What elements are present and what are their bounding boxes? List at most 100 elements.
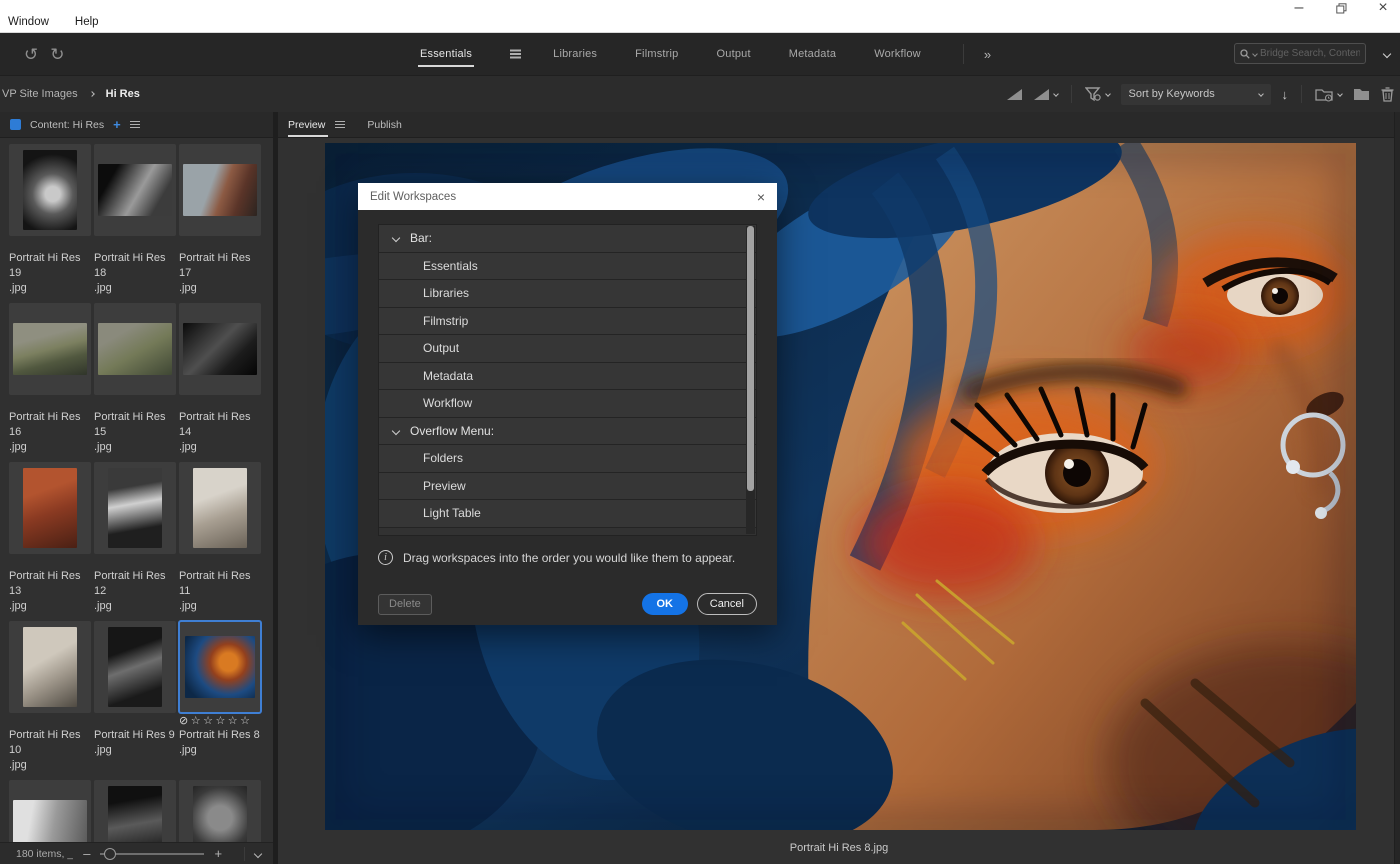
breadcrumb-folder[interactable]: VP Site Images: [2, 88, 78, 100]
workspace-item-preview[interactable]: Preview: [379, 473, 756, 501]
workspace-item-light-table[interactable]: Light Table: [379, 500, 756, 528]
tab-preview[interactable]: Preview: [288, 119, 345, 131]
file-thumbnail[interactable]: [179, 462, 261, 554]
thumbnail-smaller-button[interactable]: –: [83, 847, 90, 860]
tab-publish[interactable]: Publish: [367, 119, 401, 131]
view-options-chevron-icon[interactable]: [254, 849, 262, 857]
workspace-item-essentials[interactable]: Essentials: [379, 253, 756, 281]
list-scrollbar-thumb[interactable]: [747, 226, 754, 491]
thumbnail-image: [98, 323, 172, 375]
file-name: Portrait Hi Res 12.jpg: [94, 569, 176, 614]
file-thumbnail[interactable]: [9, 462, 91, 554]
cancel-button[interactable]: Cancel: [697, 593, 757, 615]
search-dropdown-chevron-icon[interactable]: [1383, 50, 1391, 58]
sort-select[interactable]: Sort by Keywords: [1121, 84, 1271, 105]
sort-direction-button[interactable]: ↓: [1282, 87, 1289, 102]
file-cell-selected[interactable]: ⊘☆☆☆☆☆ Portrait Hi Res 8.jpg: [179, 621, 261, 773]
file-cell[interactable]: Portrait Hi Res 10.jpg: [9, 621, 91, 773]
workspace-tab-metadata[interactable]: Metadata: [789, 42, 836, 66]
rating-ramp-dropdown-button[interactable]: [1034, 87, 1058, 101]
dialog-close-button[interactable]: ×: [757, 190, 765, 204]
thumbnail-image: [193, 468, 247, 548]
thumbnail-larger-button[interactable]: +: [214, 847, 222, 860]
panel-menu-icon[interactable]: [130, 124, 140, 126]
file-thumbnail[interactable]: [9, 621, 91, 713]
minimize-button[interactable]: –: [1290, 1, 1308, 15]
file-cell[interactable]: Portrait Hi Res 12.jpg: [94, 462, 176, 614]
file-thumbnail[interactable]: [179, 621, 261, 713]
workspace-options-icon[interactable]: [510, 53, 521, 55]
content-tab[interactable]: Content: Hi Res: [30, 119, 104, 131]
file-cell[interactable]: Portrait Hi Res 17.jpg: [179, 144, 261, 296]
toolbar-separator: [1301, 85, 1302, 103]
workspace-tab-libraries[interactable]: Libraries: [553, 42, 597, 66]
file-thumbnail[interactable]: [94, 303, 176, 395]
rating-ramp-icon[interactable]: [1007, 87, 1023, 101]
image-caption: Portrait Hi Res 8.jpg: [278, 842, 1400, 854]
back-rotate-icon[interactable]: ↺: [24, 46, 38, 63]
workspace-tab-output[interactable]: Output: [717, 42, 751, 66]
rating-row: [9, 715, 91, 728]
slider-track: [100, 853, 204, 855]
file-name: Portrait Hi Res 14.jpg: [179, 410, 261, 455]
rating-row: [9, 556, 91, 569]
recent-files-button[interactable]: [1315, 87, 1342, 102]
workspace-item-folders[interactable]: Folders: [379, 445, 756, 473]
workspace-tab-filmstrip[interactable]: Filmstrip: [635, 42, 678, 66]
close-button[interactable]: ×: [1374, 1, 1392, 15]
preview-menu-icon[interactable]: [335, 124, 345, 126]
file-cell[interactable]: Portrait Hi Res 19.jpg: [9, 144, 91, 296]
rating-stars[interactable]: ⊘☆☆☆☆☆: [179, 715, 261, 728]
file-cell[interactable]: Portrait Hi Res 9.jpg: [94, 621, 176, 773]
file-cell[interactable]: Portrait Hi Res 14.jpg: [179, 303, 261, 455]
list-scrollbar[interactable]: [746, 226, 755, 534]
menu-item-help[interactable]: Help: [69, 14, 105, 30]
file-cell[interactable]: Portrait Hi Res 16.jpg: [9, 303, 91, 455]
add-panel-button[interactable]: +: [113, 118, 121, 131]
workspace-item-metadata[interactable]: Metadata: [379, 363, 756, 391]
workspace-item-libraries[interactable]: Libraries: [379, 280, 756, 308]
chevron-down-icon[interactable]: [392, 427, 400, 435]
file-thumbnail[interactable]: [179, 144, 261, 236]
filter-button[interactable]: [1085, 87, 1110, 102]
window-scrollbar[interactable]: [1394, 112, 1400, 864]
new-folder-button[interactable]: [1353, 87, 1370, 101]
path-bar: VP Site Images Hi Res Sort by Keywords ↓: [0, 75, 1400, 112]
menu-bar: Window Help: [0, 14, 105, 30]
rating-row: [179, 556, 261, 569]
search-scope-chevron-icon[interactable]: [1252, 51, 1258, 57]
file-cell[interactable]: Portrait Hi Res 11.jpg: [179, 462, 261, 614]
delete-trash-button[interactable]: [1381, 87, 1394, 102]
workspace-item-filmstrip[interactable]: Filmstrip: [379, 308, 756, 336]
forward-rotate-icon[interactable]: ↻: [50, 46, 64, 63]
rating-row: [179, 238, 261, 251]
workspace-section-bar[interactable]: Bar:: [379, 225, 756, 253]
workspace-tab-essentials[interactable]: Essentials: [420, 42, 472, 66]
breadcrumb-current-folder[interactable]: Hi Res: [106, 88, 140, 100]
thumbnail-size-slider[interactable]: [100, 848, 204, 860]
search-input[interactable]: [1260, 48, 1360, 59]
slider-thumb[interactable]: [104, 848, 116, 860]
thumbnail-image: [23, 627, 77, 707]
file-thumbnail[interactable]: [9, 144, 91, 236]
file-thumbnail[interactable]: [9, 303, 91, 395]
dialog-titlebar[interactable]: Edit Workspaces ×: [358, 183, 777, 210]
delete-button[interactable]: Delete: [378, 594, 432, 615]
ok-button[interactable]: OK: [642, 593, 688, 615]
file-cell[interactable]: Portrait Hi Res 18.jpg: [94, 144, 176, 296]
file-cell[interactable]: Portrait Hi Res 13.jpg: [9, 462, 91, 614]
file-thumbnail[interactable]: [94, 621, 176, 713]
info-icon: i: [378, 550, 393, 565]
workspace-tab-workflow[interactable]: Workflow: [874, 42, 921, 66]
workspace-item-workflow[interactable]: Workflow: [379, 390, 756, 418]
workspace-overflow-button[interactable]: »: [984, 47, 991, 62]
file-thumbnail[interactable]: [179, 303, 261, 395]
chevron-down-icon[interactable]: [392, 234, 400, 242]
workspace-item-output[interactable]: Output: [379, 335, 756, 363]
menu-item-window[interactable]: Window: [2, 14, 55, 30]
file-thumbnail[interactable]: [94, 144, 176, 236]
restore-button[interactable]: [1332, 1, 1350, 15]
workspace-section-overflow-menu[interactable]: Overflow Menu:: [379, 418, 756, 446]
file-cell[interactable]: Portrait Hi Res 15.jpg: [94, 303, 176, 455]
file-thumbnail[interactable]: [94, 462, 176, 554]
